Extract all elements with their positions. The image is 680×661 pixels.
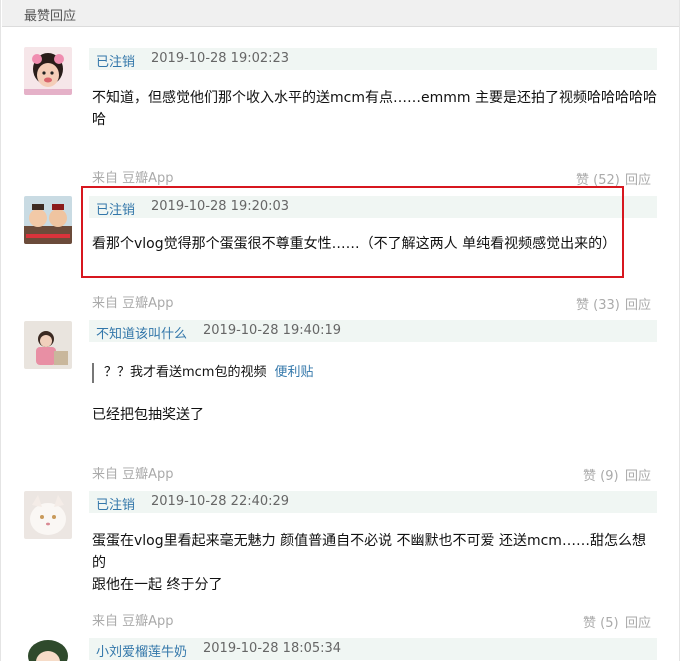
comment-source: 来自 豆瓣App [92, 296, 174, 311]
vote-button[interactable]: 赞 (5) [583, 612, 619, 631]
vote-button[interactable]: 赞 (9) [583, 465, 619, 484]
comment-meta: 不知道该叫什么 2019-10-28 19:40:19 [89, 320, 657, 342]
comment-text-line: 不知道，但感觉他们那个收入水平的送mcm有点……emmm 主要是还拍了视频哈哈哈… [92, 90, 657, 106]
comment-time: 2019-10-28 19:02:23 [151, 51, 290, 66]
quoted-text: ？？我才看送mcm包的视频 [104, 365, 267, 380]
comment-text-line: 蛋蛋在vlog里看起来毫无魅力 颜值普通自不必说 不幽默也不可爱 还送mcm……… [92, 533, 646, 571]
child-avatar-icon[interactable] [24, 321, 72, 369]
reply-button[interactable]: 回应 [625, 465, 651, 484]
section-title: 最赞回应 [24, 9, 77, 24]
reply-button[interactable]: 回应 [625, 612, 651, 631]
comment-source: 来自 豆瓣App [92, 467, 174, 482]
comment-author[interactable]: 已注销 [96, 199, 135, 218]
comment-text-line: 看那个vlog觉得那个蛋蛋很不尊重女性……（不了解这两人 单纯看视频感觉出来的） [92, 236, 617, 252]
quoted-author-link[interactable]: 便利贴 [274, 365, 313, 380]
vote-button[interactable]: 赞 (52) [576, 169, 620, 188]
cartoon-avatar-icon[interactable] [24, 196, 72, 244]
comment-author[interactable]: 已注销 [96, 494, 135, 513]
comment-source: 来自 豆瓣App [92, 614, 174, 629]
comment-content: 不知道，但感觉他们那个收入水平的送mcm有点……emmm 主要是还拍了视频哈哈哈… [92, 87, 657, 131]
comments-panel: 最赞回应 已注销 2019-10-28 19:02:23 不知道，但感觉他们那个… [0, 0, 680, 661]
comment-meta: 已注销 2019-10-28 19:20:03 [89, 196, 657, 218]
comment-text-line: 哈 [92, 112, 106, 128]
comment-meta: 已注销 2019-10-28 19:02:23 [89, 48, 657, 70]
reply-button[interactable]: 回应 [625, 169, 651, 188]
comment-content: 已经把包抽奖送了 [92, 404, 657, 426]
comment-meta: 小刘爱榴莲牛奶 2019-10-28 18:05:34 [89, 638, 657, 660]
comment-time: 2019-10-28 22:40:29 [151, 494, 290, 509]
comment-content: 蛋蛋在vlog里看起来毫无魅力 颜值普通自不必说 不幽默也不可爱 还送mcm……… [92, 530, 657, 596]
cat-avatar-icon[interactable] [24, 491, 72, 539]
reply-button[interactable]: 回应 [625, 294, 651, 313]
comment-source: 来自 豆瓣App [92, 171, 174, 186]
comment-author[interactable]: 小刘爱榴莲牛奶 [96, 641, 187, 660]
comment-meta: 已注销 2019-10-28 22:40:29 [89, 491, 657, 513]
comment-text-line: 跟他在一起 终于分了 [92, 577, 223, 593]
comment-content: 看那个vlog觉得那个蛋蛋很不尊重女性……（不了解这两人 单纯看视频感觉出来的） [92, 233, 657, 255]
vote-button[interactable]: 赞 (33) [576, 294, 620, 313]
quoted-reply: ？？我才看送mcm包的视频 便利贴 [92, 363, 314, 383]
comment-author[interactable]: 已注销 [96, 51, 135, 70]
comment-time: 2019-10-28 19:40:19 [203, 323, 342, 338]
comment-time: 2019-10-28 18:05:34 [203, 641, 342, 656]
cartoon-girl-avatar-icon[interactable] [24, 638, 72, 661]
girl-avatar-icon[interactable] [24, 47, 72, 95]
section-header: 最赞回应 [2, 0, 679, 27]
comment-time: 2019-10-28 19:20:03 [151, 199, 290, 214]
comment-author[interactable]: 不知道该叫什么 [96, 323, 187, 342]
comment-text-line: 已经把包抽奖送了 [92, 407, 204, 423]
